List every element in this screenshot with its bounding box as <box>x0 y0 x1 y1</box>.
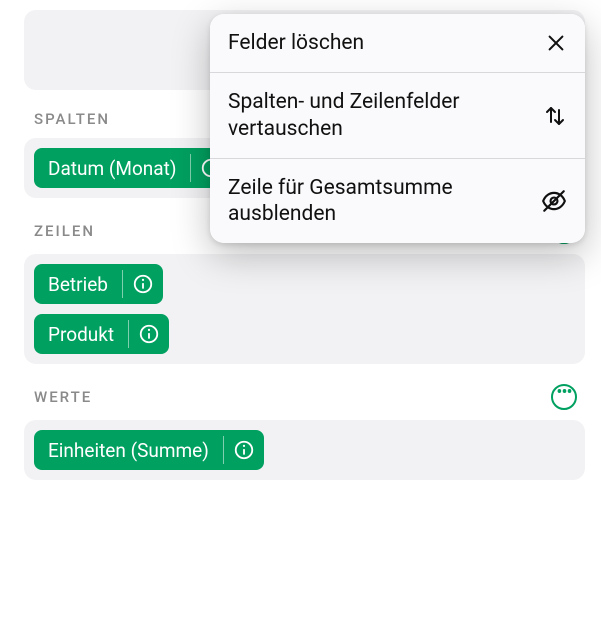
field-pill-datum[interactable]: Datum (Monat) <box>34 148 231 188</box>
section-values: WERTE ••• Einheiten (Summe) <box>24 384 585 480</box>
menu-item-delete-fields[interactable]: Felder löschen <box>210 14 585 72</box>
menu-item-label: Spalten- und Zeilenfelder vertauschen <box>228 89 531 142</box>
swap-icon <box>543 104 567 128</box>
field-pill-label: Einheiten (Summe) <box>34 430 223 470</box>
section-title-rows: ZEILEN <box>34 222 95 240</box>
menu-item-label: Zeile für Gesamtsumme ausblenden <box>228 175 529 228</box>
field-pill-label: Betrieb <box>34 264 122 304</box>
context-menu: Felder löschen Spalten- und Zeilenfelder… <box>210 14 585 243</box>
close-icon <box>545 32 567 54</box>
menu-item-label: Felder löschen <box>228 30 364 56</box>
field-pill-betrieb[interactable]: Betrieb <box>34 264 163 304</box>
info-icon[interactable] <box>224 430 264 470</box>
field-pill-label: Datum (Monat) <box>34 148 190 188</box>
field-pill-produkt[interactable]: Produkt <box>34 314 169 354</box>
info-icon[interactable] <box>129 314 169 354</box>
ellipsis-icon: ••• <box>556 384 571 402</box>
field-pill-label: Produkt <box>34 314 128 354</box>
more-button-values[interactable]: ••• <box>551 384 577 410</box>
info-icon[interactable] <box>123 264 163 304</box>
menu-item-swap-fields[interactable]: Spalten- und Zeilenfelder vertauschen <box>210 72 585 158</box>
field-pill-einheiten[interactable]: Einheiten (Summe) <box>34 430 264 470</box>
menu-item-hide-total-row[interactable]: Zeile für Gesamtsumme ausblenden <box>210 158 585 244</box>
field-well-rows[interactable]: Betrieb Produkt <box>24 254 585 364</box>
hide-icon <box>541 188 567 214</box>
section-title-values: WERTE <box>34 388 92 406</box>
section-title-columns: SPALTEN <box>34 110 110 128</box>
field-well-values[interactable]: Einheiten (Summe) <box>24 420 585 480</box>
